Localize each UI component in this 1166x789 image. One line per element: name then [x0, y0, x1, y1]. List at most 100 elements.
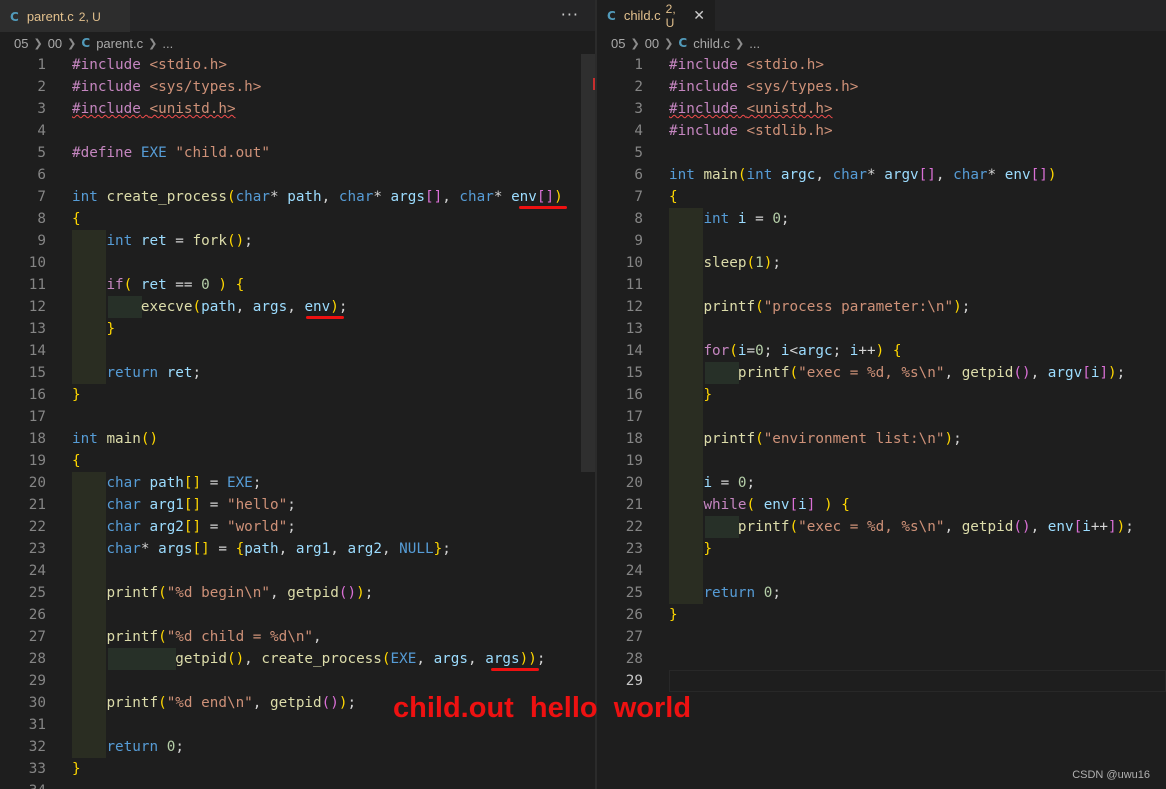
line-number: 11	[625, 277, 643, 293]
line-number: 13	[625, 321, 643, 337]
code-line[interactable]: 11	[597, 274, 1166, 296]
code-line[interactable]: 5	[597, 142, 1166, 164]
code-line[interactable]: 19	[597, 450, 1166, 472]
code-line[interactable]: 17	[0, 406, 595, 428]
line-number: 28	[28, 651, 46, 667]
code-text: {	[72, 211, 81, 227]
line-number: 12	[625, 299, 643, 315]
code-line[interactable]: 25 return 0;	[597, 582, 1166, 604]
code-line[interactable]: 18 printf("environment list:\n");	[597, 428, 1166, 450]
code-line[interactable]: 15 printf("exec = %d, %s\n", getpid(), a…	[597, 362, 1166, 384]
code-line[interactable]: 7{	[597, 186, 1166, 208]
tab-child-c[interactable]: C child.c 2, U ✕	[597, 0, 715, 31]
code-text: execve(path, args, env);	[140, 299, 348, 315]
line-number: 14	[28, 343, 46, 359]
code-line[interactable]: 22 char arg2[] = "world";	[0, 516, 595, 538]
code-line[interactable]: 16}	[0, 384, 595, 406]
breadcrumb-file[interactable]: child.c	[693, 36, 730, 51]
more-actions-icon[interactable]: ···	[561, 5, 579, 24]
code-line[interactable]: 23 }	[597, 538, 1166, 560]
close-icon[interactable]: ✕	[693, 8, 705, 24]
breadcrumb-folder-05[interactable]: 05	[14, 36, 28, 51]
line-number: 16	[28, 387, 46, 403]
code-line[interactable]: 15 return ret;	[0, 362, 595, 384]
code-line[interactable]: 5 #define EXE "child.out"	[0, 142, 595, 164]
vertical-scrollbar[interactable]	[581, 54, 595, 789]
code-line[interactable]: 8{	[0, 208, 595, 230]
line-number: 15	[28, 365, 46, 381]
code-line[interactable]: 3 #include <unistd.h>	[597, 98, 1166, 120]
code-line[interactable]: 28 getpid(), create_process(EXE, args, a…	[0, 648, 595, 670]
code-line[interactable]: 29	[0, 670, 595, 692]
code-line[interactable]: 9	[597, 230, 1166, 252]
code-line[interactable]: 32 return 0;	[0, 736, 595, 758]
line-number: 21	[625, 497, 643, 513]
code-line[interactable]: 6 int main(int argc, char* argv[], char* …	[597, 164, 1166, 186]
code-line[interactable]: 14 for(i=0; i<argc; i++) {	[597, 340, 1166, 362]
code-editor[interactable]: 1 #include <stdio.h> 2 #include <sys/types.…	[0, 54, 595, 789]
code-line[interactable]: 20 i = 0;	[597, 472, 1166, 494]
breadcrumb-symbols[interactable]: ...	[749, 36, 760, 51]
breadcrumb-folder-05[interactable]: 05	[611, 36, 625, 51]
code-editor[interactable]: 1 #include <stdio.h> 2 #include <sys/types.…	[597, 54, 1166, 789]
code-line[interactable]: 9 int ret = fork();	[0, 230, 595, 252]
code-text: char path[] = EXE;	[106, 475, 262, 491]
breadcrumb-folder-00[interactable]: 00	[645, 36, 659, 51]
line-number: 18	[625, 431, 643, 447]
code-line[interactable]: 7 int create_process(char* path, char* ar…	[0, 186, 595, 208]
code-line[interactable]: 8 int i = 0;	[597, 208, 1166, 230]
code-text: if( ret == 0 ) {	[106, 277, 245, 293]
code-text: #include <sys/types.h>	[72, 79, 262, 95]
code-line[interactable]: 34	[0, 780, 595, 789]
code-line[interactable]: 6	[0, 164, 595, 186]
code-line[interactable]: 18 int main()	[0, 428, 595, 450]
code-line[interactable]: 14	[0, 340, 595, 362]
code-line[interactable]: 21 while( env[i] ) {	[597, 494, 1166, 516]
code-line[interactable]: 19 {	[0, 450, 595, 472]
code-line[interactable]: 12 printf("process parameter:\n");	[597, 296, 1166, 318]
code-text: {	[72, 453, 81, 469]
c-file-icon: C	[678, 36, 688, 50]
code-line[interactable]: 17	[597, 406, 1166, 428]
code-line[interactable]: 13 }	[0, 318, 595, 340]
code-line[interactable]: 24	[0, 560, 595, 582]
code-text: }	[72, 761, 81, 777]
code-line[interactable]: 2 #include <sys/types.h>	[597, 76, 1166, 98]
breadcrumb-symbols[interactable]: ...	[162, 36, 173, 51]
code-line[interactable]: 11 if( ret == 0 ) {	[0, 274, 595, 296]
tab-parent-c[interactable]: C parent.c 2, U	[0, 0, 130, 32]
code-line[interactable]: 27	[597, 626, 1166, 648]
code-line[interactable]: 26}	[597, 604, 1166, 626]
code-line[interactable]: 23 char* args[] = {path, arg1, arg2, NUL…	[0, 538, 595, 560]
line-number: 15	[625, 365, 643, 381]
tab-bar: C child.c 2, U ✕	[597, 0, 1166, 31]
code-line[interactable]: 27 printf("%d child = %d\n",	[0, 626, 595, 648]
code-line[interactable]: 16 }	[597, 384, 1166, 406]
code-line[interactable]: 25 printf("%d begin\n", getpid());	[0, 582, 595, 604]
code-line[interactable]: 26	[0, 604, 595, 626]
breadcrumb-file[interactable]: parent.c	[96, 36, 143, 51]
code-line[interactable]: 28	[597, 648, 1166, 670]
line-number: 28	[625, 651, 643, 667]
line-number: 21	[28, 497, 46, 513]
code-line[interactable]: 1 #include <stdio.h>	[597, 54, 1166, 76]
code-line[interactable]: 4	[0, 120, 595, 142]
line-number: 29	[625, 673, 643, 689]
code-line[interactable]: 1 #include <stdio.h>	[0, 54, 595, 76]
code-line[interactable]: 21 char arg1[] = "hello";	[0, 494, 595, 516]
code-line[interactable]: 33}	[0, 758, 595, 780]
scrollbar-thumb[interactable]	[581, 54, 595, 472]
code-line[interactable]: 22 printf("exec = %d, %s\n", getpid(), e…	[597, 516, 1166, 538]
code-line[interactable]: 10 sleep(1);	[597, 252, 1166, 274]
code-line[interactable]: 24	[597, 560, 1166, 582]
code-line[interactable]: 3 #include <unistd.h>	[0, 98, 595, 120]
code-text: }	[72, 387, 81, 403]
breadcrumb-folder-00[interactable]: 00	[48, 36, 62, 51]
code-line[interactable]: 2 #include <sys/types.h>	[0, 76, 595, 98]
line-number: 33	[28, 761, 46, 777]
code-line[interactable]: 12 execve(path, args, env);	[0, 296, 595, 318]
code-line[interactable]: 20 char path[] = EXE;	[0, 472, 595, 494]
code-line[interactable]: 13	[597, 318, 1166, 340]
code-line[interactable]: 4 #include <stdlib.h>	[597, 120, 1166, 142]
code-line[interactable]: 10	[0, 252, 595, 274]
